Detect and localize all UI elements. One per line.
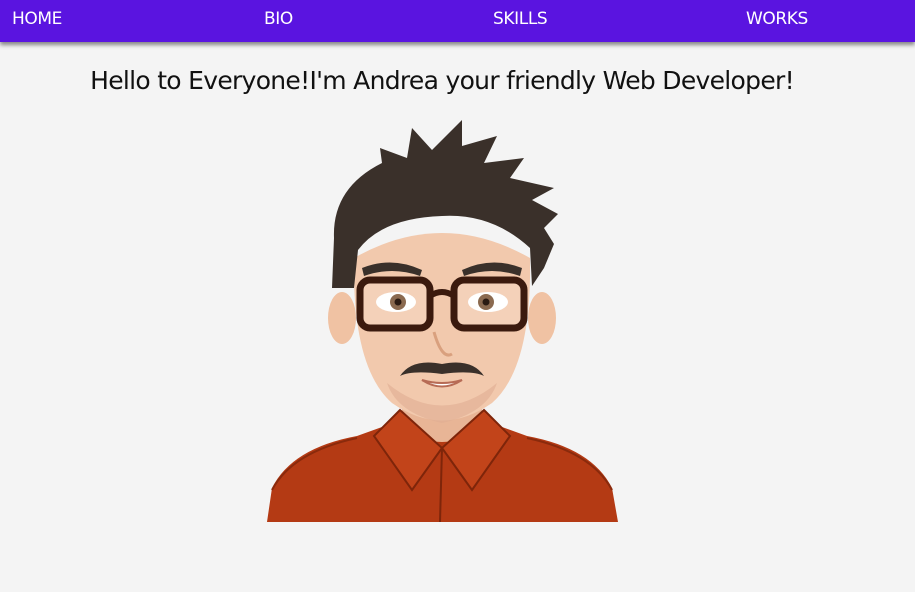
- hero-greeting: Hello to Everyone!I'm Andrea your friend…: [90, 66, 795, 95]
- nav-link-works[interactable]: WORKS: [746, 0, 808, 40]
- nav-link-skills[interactable]: SKILLS: [493, 0, 548, 40]
- avatar-image: [267, 120, 618, 522]
- nav-link-bio[interactable]: BIO: [264, 0, 293, 40]
- avatar-illustration: [262, 118, 622, 522]
- nav-link-home[interactable]: HOME: [12, 0, 62, 40]
- top-navbar: HOME BIO SKILLS WORKS: [0, 0, 915, 42]
